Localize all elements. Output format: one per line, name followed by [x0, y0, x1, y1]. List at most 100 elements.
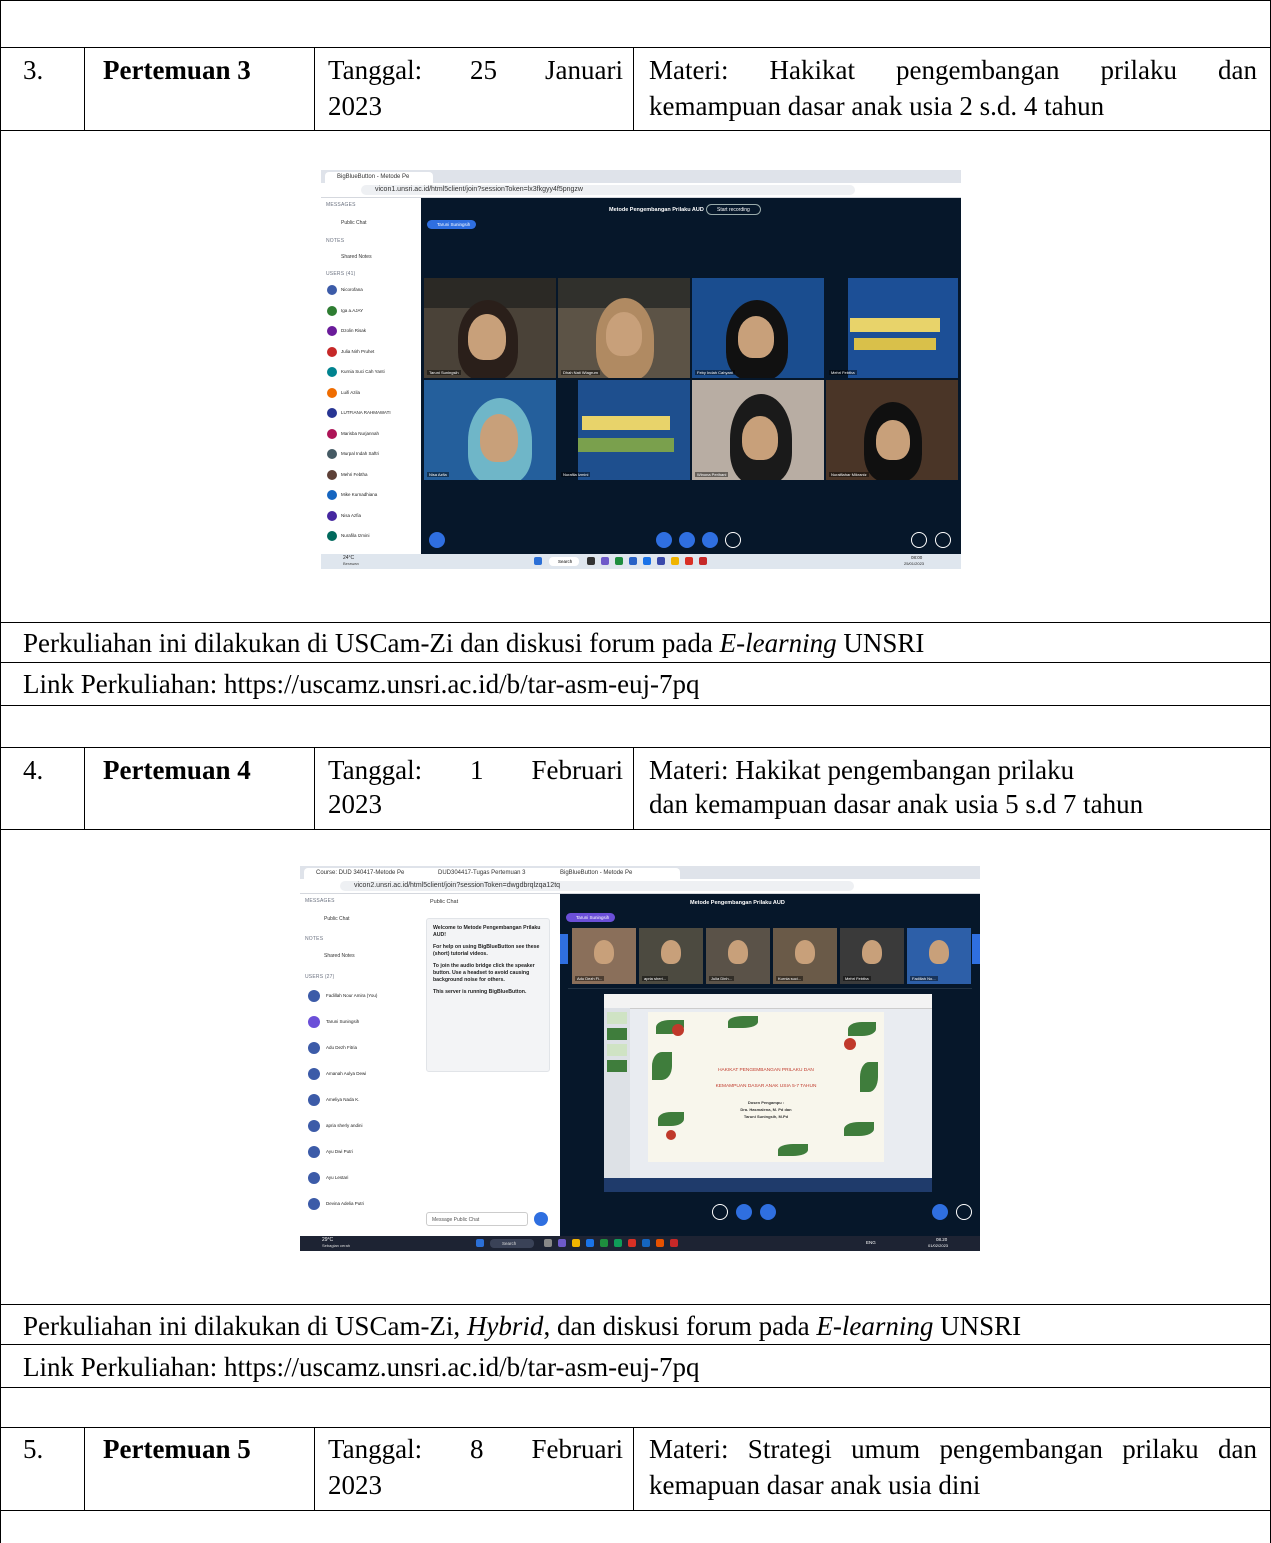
- speaker-icon[interactable]: [736, 1204, 752, 1220]
- app-icon[interactable]: [629, 557, 637, 565]
- taskbar-clock: 08.20: [936, 1237, 948, 1242]
- task-view-icon[interactable]: [544, 1239, 552, 1247]
- app-icon[interactable]: [656, 1239, 664, 1247]
- user-name[interactable]: Fadillah Nour Amira (You): [326, 993, 377, 998]
- video-tile[interactable]: Dhah Nati Wiagrum: [558, 278, 690, 378]
- user-name[interactable]: Mehri Febtha: [341, 472, 368, 477]
- link-text[interactable]: Link Perkuliahan: https://uscamz.unsri.a…: [23, 667, 700, 701]
- meeting-date: Tanggal: 1 Februari: [328, 755, 623, 785]
- shared-notes-item[interactable]: Shared Notes: [341, 254, 372, 260]
- users-heading: USERS (27): [305, 974, 335, 980]
- video-tile[interactable]: Nisa Azfia: [424, 380, 556, 480]
- microphone-icon[interactable]: [656, 532, 672, 548]
- user-name[interactable]: Nurafila Izmini: [341, 533, 370, 538]
- taskbar-search[interactable]: Search: [549, 557, 579, 566]
- video-tile[interactable]: Fadillah No...: [907, 928, 971, 984]
- app-icon[interactable]: [642, 1239, 650, 1247]
- browser-tab[interactable]: BigBlueButton - Metode Pe: [325, 172, 433, 183]
- chat-icon[interactable]: [558, 1239, 566, 1247]
- user-name[interactable]: Marisba Nurjannah: [341, 431, 379, 436]
- app-icon[interactable]: [600, 1239, 608, 1247]
- tile-name: Winona Perihani: [695, 472, 729, 477]
- avatar: [327, 346, 337, 357]
- user-name[interactable]: Iga a.AJAY: [341, 308, 363, 313]
- plus-icon[interactable]: [429, 532, 445, 548]
- video-tile[interactable]: Winona Perihani: [692, 380, 824, 480]
- chat-icon[interactable]: [601, 557, 609, 565]
- user-name[interactable]: Amanah Aulya Dewi: [326, 1071, 366, 1076]
- shared-notes-item[interactable]: Shared Notes: [324, 953, 355, 959]
- video-tile[interactable]: apria sheri...: [639, 928, 703, 984]
- user-name[interactable]: Adu Dezh Fitria: [326, 1045, 357, 1050]
- microphone-off-icon[interactable]: [712, 1204, 728, 1220]
- folder-icon[interactable]: [572, 1239, 580, 1247]
- video-tile[interactable]: Nurafila Izmini: [558, 380, 690, 480]
- browser-tab[interactable]: Course: DUD 340417-Metode Pe: [304, 868, 436, 879]
- presentation-icon[interactable]: [911, 532, 927, 548]
- user-name[interactable]: Nicorofana: [341, 287, 363, 292]
- url-field[interactable]: vicon2.unsri.ac.id/html5client/join?sess…: [340, 881, 854, 891]
- user-name[interactable]: Murpal Indah Saftri: [341, 451, 379, 456]
- public-chat-item[interactable]: Public Chat: [341, 220, 367, 226]
- avatar: [327, 367, 337, 377]
- raise-hand-icon[interactable]: [935, 532, 951, 548]
- next-arrow-icon[interactable]: [972, 934, 980, 964]
- meeting-materi-cont: kemampuan dasar anak usia 2 s.d. 4 tahun: [649, 91, 1105, 121]
- user-name[interactable]: Taruni Suningsih: [326, 1019, 359, 1024]
- prev-arrow-icon[interactable]: [560, 934, 568, 964]
- public-chat-item[interactable]: Public Chat: [324, 916, 350, 922]
- user-name[interactable]: Kurnia Suci Cah Yanti: [341, 369, 385, 374]
- app-icon[interactable]: [699, 557, 707, 565]
- camera-icon[interactable]: [760, 1204, 776, 1220]
- user-name[interactable]: Julia Nirh Pruhet: [341, 349, 374, 354]
- video-tile[interactable]: Nuralfiahar Mikraniz: [826, 380, 958, 480]
- user-name[interactable]: LUTFIANA RAHMAWATI: [341, 410, 391, 415]
- browser-tab[interactable]: DUD304417-Tugas Pertemuan 3: [426, 868, 558, 879]
- camera-icon[interactable]: [702, 532, 718, 548]
- video-tile[interactable]: Kurnia suci...: [773, 928, 837, 984]
- meeting-materi: Materi: Strategi umum pengembangan prila…: [649, 1434, 1257, 1464]
- chat-input[interactable]: Message Public Chat: [426, 1212, 528, 1226]
- start-recording-button[interactable]: Start recording: [706, 204, 761, 215]
- speaker-icon[interactable]: [679, 532, 695, 548]
- browser-tab[interactable]: BigBlueButton - Metode Pe: [548, 868, 680, 879]
- app-icon[interactable]: [657, 557, 665, 565]
- user-name[interactable]: Nisa Azfia: [341, 513, 361, 518]
- user-name[interactable]: Devina Adelia Putri: [326, 1201, 364, 1206]
- chrome-icon[interactable]: [685, 557, 693, 565]
- app-icon[interactable]: [643, 557, 651, 565]
- user-name[interactable]: Ameliya Nada K.: [326, 1097, 360, 1102]
- meeting-date: Tanggal: 8 Februari: [328, 1434, 623, 1464]
- folder-icon[interactable]: [671, 557, 679, 565]
- screen-share-icon[interactable]: [725, 532, 741, 548]
- video-tile[interactable]: Mehri Febtha: [826, 278, 958, 378]
- taskbar-search[interactable]: Search: [490, 1239, 534, 1248]
- app-icon[interactable]: [586, 1239, 594, 1247]
- task-view-icon[interactable]: [587, 557, 595, 565]
- windows-start-icon[interactable]: [476, 1239, 484, 1247]
- tile-name: Taruni Suningsih: [427, 370, 461, 375]
- browser-icon[interactable]: [615, 557, 623, 565]
- link-text[interactable]: Link Perkuliahan: https://uscamz.unsri.a…: [23, 1350, 700, 1384]
- user-name[interactable]: apria sherly andini: [326, 1123, 363, 1128]
- chrome-icon[interactable]: [670, 1239, 678, 1247]
- windows-start-icon[interactable]: [534, 557, 542, 565]
- user-name[interactable]: Dzolin Risak: [341, 328, 366, 333]
- send-icon[interactable]: [534, 1212, 548, 1226]
- user-name[interactable]: Luifi Azila: [341, 390, 360, 395]
- video-tile[interactable]: Adu Dezh Fi...: [572, 928, 636, 984]
- user-name[interactable]: Mike Kurnadhiana: [341, 492, 377, 497]
- app-icon[interactable]: [614, 1239, 622, 1247]
- video-tile[interactable]: Mehri Febtha: [840, 928, 904, 984]
- app-icon[interactable]: [628, 1239, 636, 1247]
- video-tile[interactable]: Julia Dinh...: [706, 928, 770, 984]
- video-tile[interactable]: Taruni Suningsih: [424, 278, 556, 378]
- tile-name: Feby Indah Cahyani: [695, 370, 735, 375]
- user-name[interactable]: Ayu Lestari: [326, 1175, 348, 1180]
- video-tile[interactable]: Feby Indah Cahyani: [692, 278, 824, 378]
- url-field[interactable]: vicon1.unsri.ac.id/html5client/join?sess…: [361, 185, 855, 195]
- presentation-icon[interactable]: [932, 1204, 948, 1220]
- user-name[interactable]: Ayu Dwi Putri: [326, 1149, 353, 1154]
- sidebar: MESSAGES Public Chat NOTES Shared Notes …: [300, 894, 419, 1236]
- raise-hand-icon[interactable]: [956, 1204, 972, 1220]
